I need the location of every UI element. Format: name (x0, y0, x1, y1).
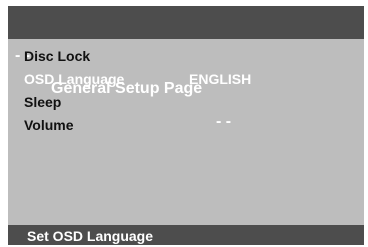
status-bar: Set OSD Language (8, 225, 364, 245)
menu-item-volume[interactable]: Volume (8, 114, 364, 137)
menu-item-label: Volume (24, 117, 74, 133)
menu-item-osd-language[interactable]: OSD Language ENGLISH (8, 68, 364, 91)
menu-item-label: Sleep (24, 94, 62, 110)
setup-menu: Disc Lock OSD Language ENGLISH Sleep Vol… (8, 45, 364, 137)
title-bar: - - General Setup Page - - (8, 6, 364, 130)
menu-item-label: OSD Language (24, 71, 125, 87)
status-text: Set OSD Language (27, 228, 154, 244)
menu-item-label: Disc Lock (24, 48, 91, 64)
menu-item-disc-lock[interactable]: Disc Lock (8, 45, 364, 68)
menu-item-value: ENGLISH (189, 71, 252, 87)
menu-item-sleep[interactable]: Sleep (8, 91, 364, 114)
setup-screen: - - General Setup Page - - Disc Lock OSD… (8, 6, 364, 245)
